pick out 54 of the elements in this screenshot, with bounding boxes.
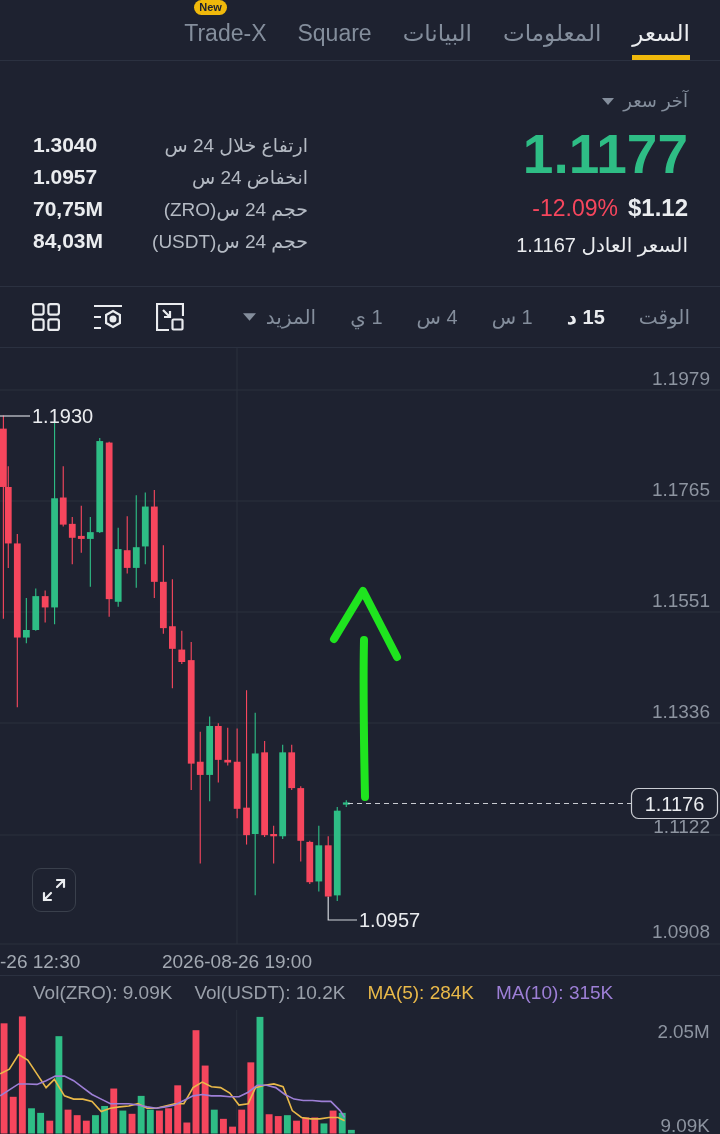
legend-item: Vol(ZRO): 9.09K [33,982,173,1004]
chart-settings-icon[interactable] [93,304,123,330]
price-change: -12.09% [532,194,618,222]
price-axis-label: 1.1765 [651,479,710,500]
stat-value: 1.0957 [33,165,98,189]
caret-icon [602,97,615,105]
legend-item: Vol(USDT): 10.2K [194,982,346,1004]
usd-price: $1.12 [627,194,688,222]
tab[interactable]: البيانات [402,0,472,60]
volume-bar [28,1108,35,1134]
expand-icon [42,878,66,902]
stat-value: 1.3040 [33,133,98,157]
price-axis-label: 1.1336 [651,701,710,722]
last-price: 1.1177 [522,126,688,182]
tab[interactable]: المعلومات [503,0,602,60]
leader-line [0,415,31,417]
stat-label: حجم 24 س(USDT) [152,229,308,253]
more-dropdown[interactable]: المزيد [242,303,317,331]
new-badge: New [194,0,227,15]
tab[interactable]: السعر [632,0,690,60]
stat-value: 70,75M [33,197,104,221]
low-price-label: 1.0957 [359,909,421,931]
stat-label: ارتفاع خلال 24 س [164,133,308,157]
expand-button[interactable] [32,868,76,912]
stat-value: 84,03M [33,229,104,253]
interval-tab[interactable]: 1 س [491,303,533,331]
volume-bar [92,1115,99,1134]
price-axis-label: 1.1979 [651,368,710,389]
stat-label: حجم 24 س(ZRO) [163,197,308,221]
fair-price: السعر العادل 1.1167 [516,233,688,258]
time-axis-label: 2026-08-26 19:00 [162,951,312,972]
volume-bar [293,1120,300,1134]
interval-tab[interactable]: 4 س [416,303,458,331]
legend-item: MA(5): 284K [367,982,475,1004]
current-price-tag: 1.1176 [630,787,719,820]
price-axis-label: 1.1551 [651,590,710,611]
volume-axis-label: 2.05M [657,1021,710,1043]
resize-icon[interactable] [156,303,184,331]
volume-axis-label: 9.09K [660,1114,710,1134]
grid-icon[interactable] [32,303,60,331]
stat-label: انخفاض 24 س [191,165,308,189]
price-axis-label: 1.0908 [651,921,710,942]
high-price-label: 1.1930 [32,405,94,427]
leader-line [327,896,358,921]
interval-tab[interactable]: 15 د [566,303,605,331]
volume-bar [229,1126,236,1134]
time-axis-label: -26 12:30 [0,951,81,972]
price-type-dropdown[interactable]: آخر سعر [602,89,688,113]
caret-icon [242,313,256,321]
tab[interactable]: Square [297,0,372,60]
legend-item: MA(10): 315K [496,982,614,1004]
interval-tab[interactable]: الوقت [638,303,690,331]
volume-bar [156,1110,163,1134]
interval-tab[interactable]: 1 ي [350,303,383,331]
